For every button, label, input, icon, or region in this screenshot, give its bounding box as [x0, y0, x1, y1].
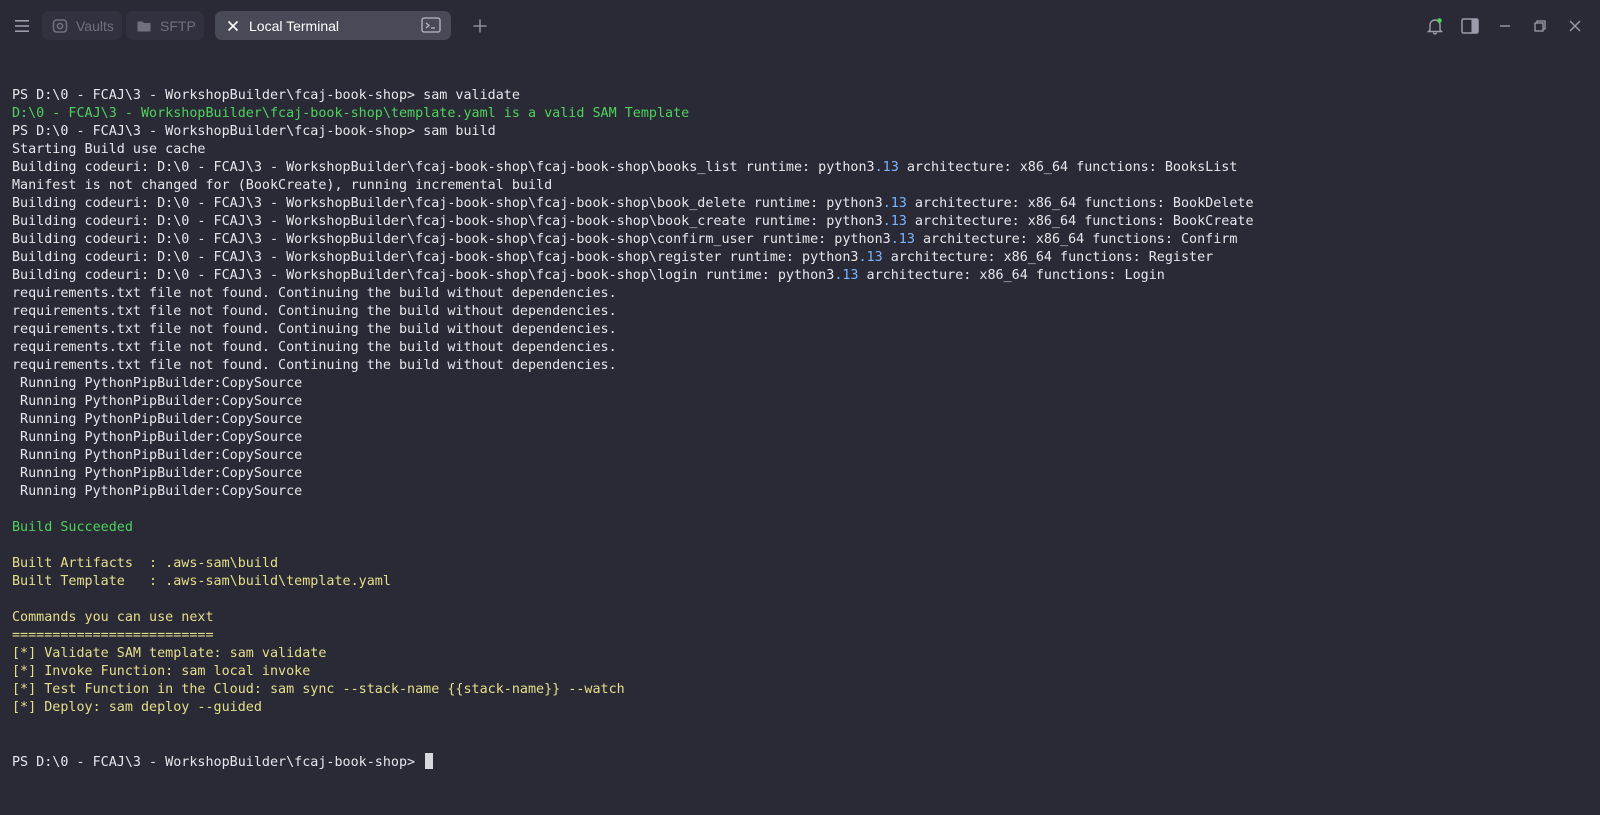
terminal-line-text: [*] Validate SAM template: sam validate: [12, 646, 327, 661]
terminal-line: Build Succeeded: [12, 519, 1592, 537]
tab-label: Local Terminal: [249, 17, 340, 34]
terminal-line-text: Running PythonPipBuilder:CopySource: [12, 448, 303, 463]
tab-label: SFTP: [160, 17, 196, 34]
terminal-line-text: Built Artifacts : .aws-sam\build: [12, 556, 279, 571]
terminal-line: [*] Validate SAM template: sam validate: [12, 645, 1592, 663]
runtime-version-number: .13: [882, 196, 907, 211]
terminal-line-text: Running PythonPipBuilder:CopySource: [12, 430, 303, 445]
terminal-line-text: Running PythonPipBuilder:CopySource: [12, 412, 303, 427]
terminal-line-text: =========================: [12, 628, 214, 643]
terminal-line: Running PythonPipBuilder:CopySource: [12, 465, 1592, 483]
terminal-line: Building codeuri: D:\0 - FCAJ\3 - Worksh…: [12, 267, 1592, 285]
minimize-icon[interactable]: [1495, 16, 1515, 36]
terminal-line: Running PythonPipBuilder:CopySource: [12, 447, 1592, 465]
terminal-line-text: Building codeuri: D:\0 - FCAJ\3 - Worksh…: [12, 268, 1165, 283]
title-bar: Vaults SFTP Local Terminal: [0, 0, 1600, 52]
plus-icon[interactable]: [470, 16, 490, 36]
terminal-line: Running PythonPipBuilder:CopySource: [12, 375, 1592, 393]
vault-icon: [52, 18, 68, 34]
terminal-line-text: Running PythonPipBuilder:CopySource: [12, 466, 303, 481]
terminal-line-text: Commands you can use next: [12, 610, 214, 625]
terminal-line-text: [*] Invoke Function: sam local invoke: [12, 664, 311, 679]
terminal-line-text: Starting Build use cache: [12, 142, 206, 157]
terminal-line-text: [*] Deploy: sam deploy --guided: [12, 700, 262, 715]
terminal-line-text: Running PythonPipBuilder:CopySource: [12, 376, 303, 391]
restore-icon[interactable]: [1530, 16, 1550, 36]
terminal-line: requirements.txt file not found. Continu…: [12, 321, 1592, 339]
close-icon[interactable]: [1565, 16, 1585, 36]
terminal-line: requirements.txt file not found. Continu…: [12, 285, 1592, 303]
terminal-line: Commands you can use next: [12, 609, 1592, 627]
terminal-line: [*] Test Function in the Cloud: sam sync…: [12, 681, 1592, 699]
terminal-line-text: requirements.txt file not found. Continu…: [12, 304, 617, 319]
terminal-line-text: Running PythonPipBuilder:CopySource: [12, 394, 303, 409]
folder-icon: [136, 18, 152, 34]
terminal-line: Building codeuri: D:\0 - FCAJ\3 - Worksh…: [12, 195, 1592, 213]
terminal-line: Manifest is not changed for (BookCreate)…: [12, 177, 1592, 195]
terminal-line: Running PythonPipBuilder:CopySource: [12, 429, 1592, 447]
terminal-line-text: D:\0 - FCAJ\3 - WorkshopBuilder\fcaj-boo…: [12, 106, 690, 121]
terminal-line-text: requirements.txt file not found. Continu…: [12, 322, 617, 337]
terminal-line: PS D:\0 - FCAJ\3 - WorkshopBuilder\fcaj-…: [12, 123, 1592, 141]
terminal-line-text: PS D:\0 - FCAJ\3 - WorkshopBuilder\fcaj-…: [12, 88, 520, 103]
terminal-line: requirements.txt file not found. Continu…: [12, 339, 1592, 357]
terminal-line-text: requirements.txt file not found. Continu…: [12, 340, 617, 355]
terminal-line: Building codeuri: D:\0 - FCAJ\3 - Worksh…: [12, 249, 1592, 267]
terminal-line: Starting Build use cache: [12, 141, 1592, 159]
terminal-line: D:\0 - FCAJ\3 - WorkshopBuilder\fcaj-boo…: [12, 105, 1592, 123]
terminal-line: Building codeuri: D:\0 - FCAJ\3 - Worksh…: [12, 213, 1592, 231]
tab-local-terminal[interactable]: Local Terminal: [215, 11, 451, 40]
terminal-line: Building codeuri: D:\0 - FCAJ\3 - Worksh…: [12, 159, 1592, 177]
terminal-line: [*] Deploy: sam deploy --guided: [12, 699, 1592, 717]
terminal-prompt-line[interactable]: PS D:\0 - FCAJ\3 - WorkshopBuilder\fcaj-…: [12, 753, 1592, 771]
terminal-line-text: [*] Test Function in the Cloud: sam sync…: [12, 682, 625, 697]
sidebar-toggle-icon[interactable]: [1460, 16, 1480, 36]
tab-vaults[interactable]: Vaults: [42, 11, 122, 40]
terminal-line: [*] Invoke Function: sam local invoke: [12, 663, 1592, 681]
terminal-line-text: Building codeuri: D:\0 - FCAJ\3 - Worksh…: [12, 250, 1214, 265]
terminal-line-text: Running PythonPipBuilder:CopySource: [12, 484, 303, 499]
terminal-line: Running PythonPipBuilder:CopySource: [12, 393, 1592, 411]
terminal-line: Built Artifacts : .aws-sam\build: [12, 555, 1592, 573]
terminal-line-text: Build Succeeded: [12, 520, 133, 535]
runtime-version-number: .13: [858, 250, 883, 265]
terminal-lines: PS D:\0 - FCAJ\3 - WorkshopBuilder\fcaj-…: [12, 87, 1592, 717]
terminal-output[interactable]: PS D:\0 - FCAJ\3 - WorkshopBuilder\fcaj-…: [12, 51, 1592, 801]
prompt-text: PS D:\0 - FCAJ\3 - WorkshopBuilder\fcaj-…: [12, 755, 424, 770]
runtime-version-number: .13: [834, 268, 859, 283]
terminal-line-text: Building codeuri: D:\0 - FCAJ\3 - Worksh…: [12, 160, 1238, 175]
terminal-icon: [421, 17, 441, 33]
terminal-line-text: Building codeuri: D:\0 - FCAJ\3 - Worksh…: [12, 214, 1254, 229]
terminal-line-text: Built Template : .aws-sam\build\template…: [12, 574, 391, 589]
terminal-line-text: Manifest is not changed for (BookCreate)…: [12, 178, 553, 193]
bell-icon[interactable]: [1425, 16, 1445, 36]
terminal-line: Building codeuri: D:\0 - FCAJ\3 - Worksh…: [12, 231, 1592, 249]
tab-sftp[interactable]: SFTP: [126, 11, 204, 40]
terminal-line-text: requirements.txt file not found. Continu…: [12, 358, 617, 373]
terminal-line: Running PythonPipBuilder:CopySource: [12, 483, 1592, 501]
terminal-line: Running PythonPipBuilder:CopySource: [12, 411, 1592, 429]
terminal-line-text: PS D:\0 - FCAJ\3 - WorkshopBuilder\fcaj-…: [12, 124, 496, 139]
terminal-line-text: Building codeuri: D:\0 - FCAJ\3 - Worksh…: [12, 232, 1238, 247]
runtime-version-number: .13: [882, 214, 907, 229]
terminal-line: PS D:\0 - FCAJ\3 - WorkshopBuilder\fcaj-…: [12, 87, 1592, 105]
tab-label: Vaults: [76, 17, 114, 34]
runtime-version-number: .13: [874, 160, 899, 175]
terminal-line: requirements.txt file not found. Continu…: [12, 303, 1592, 321]
text-cursor: [425, 753, 434, 769]
terminal-line-text: Building codeuri: D:\0 - FCAJ\3 - Worksh…: [12, 196, 1254, 211]
close-tab-icon[interactable]: [225, 18, 241, 34]
terminal-line-text: requirements.txt file not found. Continu…: [12, 286, 617, 301]
terminal-line: Built Template : .aws-sam\build\template…: [12, 573, 1592, 591]
terminal-line: =========================: [12, 627, 1592, 645]
terminal-line: requirements.txt file not found. Continu…: [12, 357, 1592, 375]
runtime-version-number: .13: [890, 232, 915, 247]
hamburger-menu-icon[interactable]: [12, 16, 32, 36]
